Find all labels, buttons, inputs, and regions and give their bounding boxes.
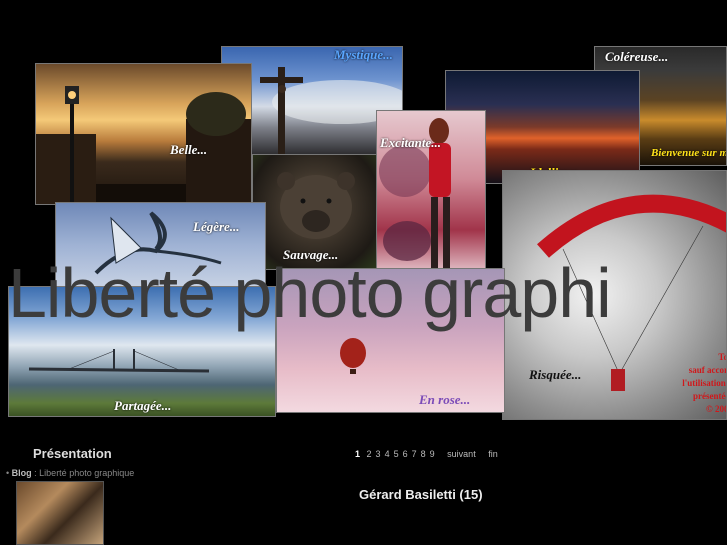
note-line: présentées [693, 391, 726, 401]
page-link[interactable]: 7 [412, 449, 417, 459]
page-link[interactable]: 3 [376, 449, 381, 459]
bullet-icon: • [6, 468, 10, 478]
page-link[interactable]: 8 [421, 449, 426, 459]
caption-coleureuse: Coléreuse... [605, 49, 669, 64]
caption-risquee: Risquée... [529, 367, 582, 382]
author-thumbnail[interactable] [16, 481, 104, 545]
caption-en-rose: En rose... [419, 392, 471, 407]
copyright-note: Tou sauf accord l'utilisation p présenté… [663, 351, 726, 416]
heron-icon [94, 211, 222, 275]
caption-belle: Belle... [170, 142, 208, 157]
caption-sauvage: Sauvage... [283, 247, 339, 262]
presentation-list: • Blog : Liberté photo graphique [6, 468, 134, 478]
photo-legere[interactable]: Légère... [55, 202, 266, 288]
note-line: l'utilisation p [682, 378, 726, 388]
note-line: Tou [718, 352, 726, 362]
next-page-link[interactable]: suivant [447, 449, 476, 459]
photo-excitante[interactable]: Excitante... [376, 110, 486, 282]
page-link[interactable]: 6 [403, 449, 408, 459]
photo-en-rose[interactable]: En rose... [276, 268, 505, 413]
note-line: © 2007 [706, 404, 726, 414]
page-link[interactable]: 9 [430, 449, 435, 459]
photo-sauvage[interactable]: Sauvage... [252, 154, 378, 270]
page-link[interactable]: 2 [367, 449, 372, 459]
caption-bienvenue: Bienvenue sur m [651, 147, 727, 159]
balloon-icon [340, 338, 366, 374]
photo-risquee[interactable]: Risquée... Tou sauf accord l'utilisation… [502, 170, 727, 420]
caption-excitante: Excitante... [380, 135, 442, 150]
pagination: 1 23456789 suivant fin [355, 449, 502, 459]
blog-description: : Liberté photo graphique [31, 468, 135, 478]
photo-belle[interactable]: Belle... [35, 63, 252, 205]
page-link[interactable]: 4 [385, 449, 390, 459]
last-page-link[interactable]: fin [488, 449, 498, 459]
caption-legere: Légère... [193, 219, 240, 234]
lamp-post-icon [36, 86, 251, 204]
photo-partagee[interactable]: Partagée... [8, 286, 276, 417]
caption-partagee: Partagée... [114, 398, 172, 413]
presentation-heading: Présentation [33, 446, 112, 461]
blog-link[interactable]: Blog [12, 468, 32, 478]
photo-collage: Mystique... Belle... Coléreuse... Bienve… [0, 0, 727, 430]
note-line: sauf accord [688, 365, 726, 375]
page-link[interactable]: 5 [394, 449, 399, 459]
caption-mystique: Mystique... [334, 47, 393, 62]
page-current: 1 [355, 449, 361, 459]
author-name[interactable]: Gérard Basiletti (15) [359, 487, 483, 502]
